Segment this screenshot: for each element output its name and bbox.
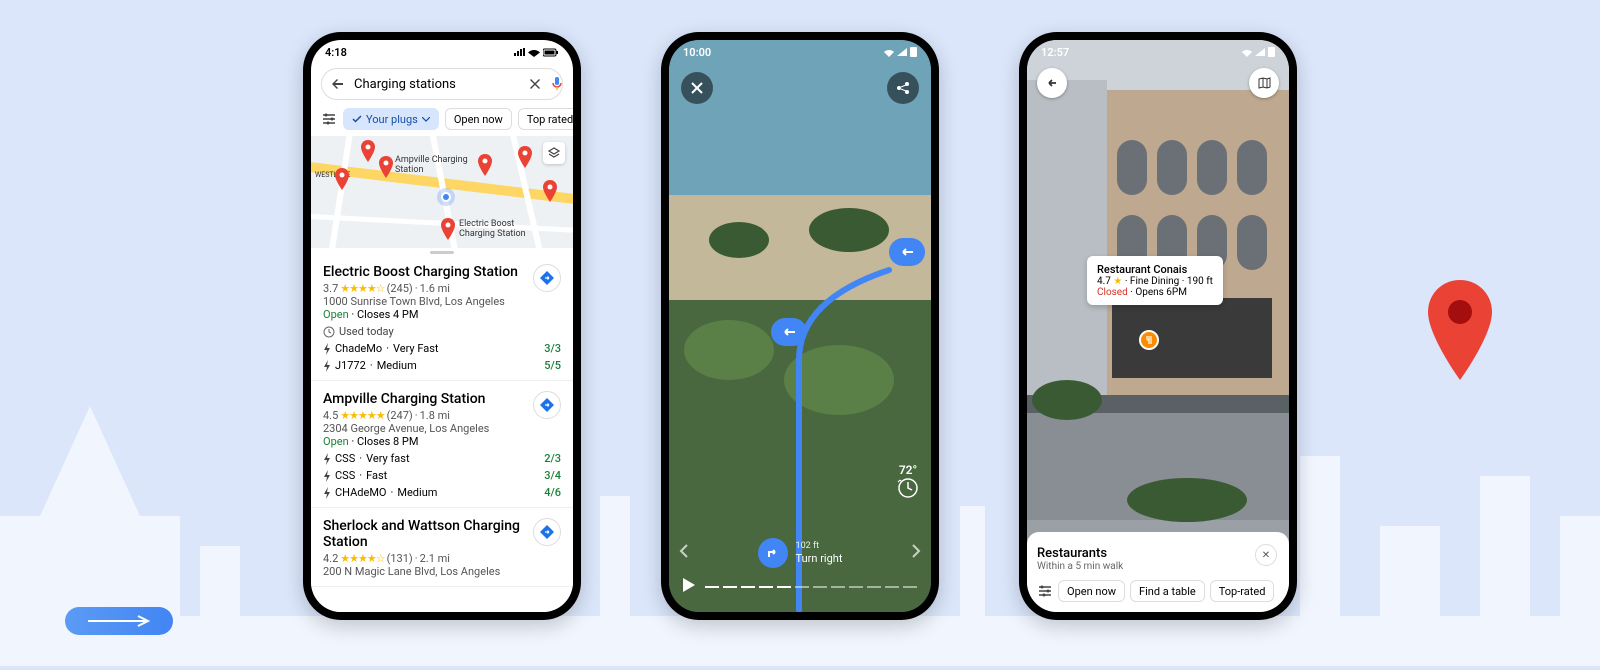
map-label: Ampville ChargingStation <box>395 156 468 176</box>
search-bar[interactable] <box>321 68 563 100</box>
tune-icon[interactable] <box>321 112 337 126</box>
back-button[interactable] <box>1037 68 1067 98</box>
playback-bar <box>683 577 917 596</box>
used-today-badge: Used today <box>323 325 561 338</box>
map-pin-icon[interactable] <box>439 218 457 246</box>
bolt-icon <box>323 470 331 482</box>
connector-row: CSS · Very fast2/3 <box>323 452 561 465</box>
route-arrow-icon <box>889 238 925 266</box>
restaurant-pin-icon[interactable] <box>1139 330 1159 350</box>
place-info-card[interactable]: Restaurant Conais 4.7 ★ · Fine Dining · … <box>1087 256 1223 305</box>
result-card[interactable]: Sherlock and Wattson Charging Station 4.… <box>311 508 573 587</box>
close-button[interactable] <box>681 72 713 104</box>
address: 1000 Sunrise Town Blvd, Los Angeles <box>323 295 561 308</box>
connector-row: J1772 · Medium5/5 <box>323 359 561 372</box>
step-text: 102 ftTurn right <box>796 541 843 565</box>
bolt-icon <box>323 360 331 372</box>
play-button[interactable] <box>683 577 695 596</box>
status-bar: 10:00 <box>669 40 931 64</box>
result-card[interactable]: Ampville Charging Station 4.5 ★★★★★ (247… <box>311 381 573 508</box>
step-bar: 102 ftTurn right <box>669 538 931 568</box>
map-view[interactable]: WESTLAKE Ampville ChargingStation Electr… <box>311 136 573 248</box>
phone-3: 12:57 Restaurant Conais 4.7 ★ · Fine Din… <box>1019 32 1297 620</box>
result-card[interactable]: Electric Boost Charging Station 3.7 ★★★★… <box>311 254 573 381</box>
status-icons <box>513 48 559 57</box>
map-label: Electric BoostCharging Station <box>459 220 526 240</box>
filter-bar: Your plugs Open now Top rated <box>311 104 573 136</box>
hours: Open · Closes 8 PM <box>323 435 561 448</box>
sheet-title: Restaurants <box>1037 546 1279 561</box>
result-title: Sherlock and Wattson Charging Station <box>323 518 523 550</box>
map-pin-icon[interactable] <box>516 146 534 174</box>
result-title: Ampville Charging Station <box>323 391 523 407</box>
status-time: 12:57 <box>1041 46 1069 59</box>
back-arrow-icon[interactable] <box>330 76 346 92</box>
next-step-button[interactable] <box>911 543 921 563</box>
prev-step-button[interactable] <box>679 543 689 563</box>
directions-button[interactable] <box>533 264 561 292</box>
ar-view[interactable] <box>1027 40 1289 612</box>
mic-icon[interactable] <box>550 76 564 92</box>
sheet-subtitle: Within a 5 min walk <box>1037 561 1279 572</box>
phone-2: 10:00 72° 102 ftTurn right <box>661 32 939 620</box>
map-pin-icon[interactable] <box>359 140 377 168</box>
status-time: 10:00 <box>683 46 711 59</box>
results-list[interactable]: Electric Boost Charging Station 3.7 ★★★★… <box>311 254 573 612</box>
turn-right-icon <box>758 538 788 568</box>
progress-bar[interactable] <box>705 586 917 588</box>
chip-top-rated[interactable]: Top rated <box>518 108 573 130</box>
connector-row: ChadeMo · Very Fast3/3 <box>323 342 561 355</box>
layers-button[interactable] <box>543 142 565 164</box>
close-sheet-button[interactable]: ✕ <box>1255 544 1277 566</box>
bolt-icon <box>323 487 331 499</box>
history-icon <box>323 326 335 338</box>
map-pin-icon[interactable] <box>377 156 395 184</box>
map-pin-icon[interactable] <box>476 154 494 182</box>
bolt-icon <box>323 343 331 355</box>
current-location-dot <box>441 192 451 202</box>
rating-row: 4.5 ★★★★★ (247) · 1.8 mi <box>323 409 561 422</box>
search-input[interactable] <box>354 77 520 92</box>
map-toggle-button[interactable] <box>1249 68 1279 98</box>
bottom-sheet[interactable]: ✕ Restaurants Within a 5 min walk Open n… <box>1027 532 1289 612</box>
rating-row: 3.7 ★★★★☆ (245) · 1.6 mi <box>323 282 561 295</box>
status-bar: 12:57 <box>1027 40 1289 64</box>
address: 2304 George Avenue, Los Angeles <box>323 422 561 435</box>
directions-button[interactable] <box>533 518 561 546</box>
bolt-icon <box>323 453 331 465</box>
map-pin-icon[interactable] <box>333 168 351 196</box>
clear-icon[interactable] <box>528 77 542 91</box>
connector-row: CSS · Fast3/4 <box>323 469 561 482</box>
weather-widget[interactable]: 72° <box>897 463 919 502</box>
chip-open-now[interactable]: Open now <box>1058 580 1125 602</box>
chip-find-table[interactable]: Find a table <box>1130 580 1205 602</box>
chip-top-rated[interactable]: Top-rated <box>1210 580 1275 602</box>
directions-button[interactable] <box>533 391 561 419</box>
status-time: 4:18 <box>325 46 347 59</box>
connector-row: CHAdeMO · Medium4/6 <box>323 486 561 499</box>
chip-your-plugs[interactable]: Your plugs <box>343 108 439 130</box>
tune-icon[interactable] <box>1037 584 1053 598</box>
status-bar: 4:18 <box>311 40 573 64</box>
rating-row: 4.2 ★★★★☆ (131) · 2.1 mi <box>323 552 561 565</box>
hours: Open · Closes 4 PM <box>323 308 561 321</box>
chip-open-now[interactable]: Open now <box>445 108 512 130</box>
phone-1: 4:18 Your plugs Open now Top rated WESTL… <box>303 32 581 620</box>
result-title: Electric Boost Charging Station <box>323 264 523 280</box>
route-arrow-icon <box>771 318 807 346</box>
share-button[interactable] <box>887 72 919 104</box>
time-icon <box>897 477 919 499</box>
map-pin-icon[interactable] <box>541 180 559 208</box>
address: 200 N Magic Lane Blvd, Los Angeles <box>323 565 561 578</box>
